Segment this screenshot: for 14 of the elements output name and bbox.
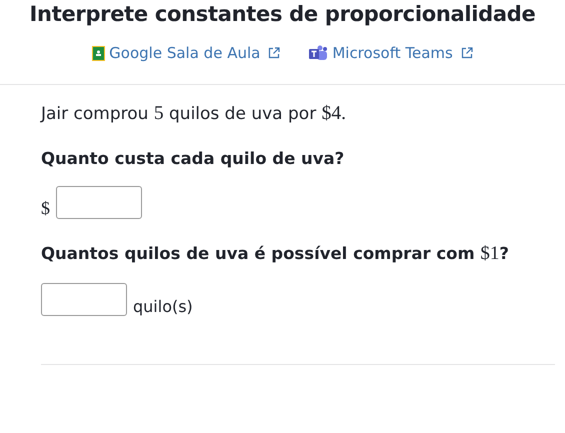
external-link-icon bbox=[268, 47, 280, 59]
share-link[interactable]: Microsoft Teams bbox=[308, 44, 473, 62]
exercise-title: Interprete constantes de proporcionalidade bbox=[28, 1, 536, 26]
question-text: Quantos quilos de uva é possível comprar com $1? bbox=[41, 243, 510, 265]
classroom-icon bbox=[92, 46, 106, 60]
share-link[interactable]: Google Sala de Aula bbox=[92, 44, 280, 62]
dollar-sign: $ bbox=[41, 197, 50, 219]
answer-field[interactable] bbox=[56, 186, 142, 219]
problem-statement: Jair comprou 5 quilos de uva por $4. bbox=[41, 103, 348, 125]
question-text: Quanto custa cada quilo de uva? bbox=[41, 149, 346, 168]
teams-icon bbox=[308, 45, 328, 61]
unit-label: quilo(s) bbox=[133, 297, 193, 316]
answer-field[interactable] bbox=[41, 283, 127, 316]
external-link-icon bbox=[460, 47, 473, 59]
